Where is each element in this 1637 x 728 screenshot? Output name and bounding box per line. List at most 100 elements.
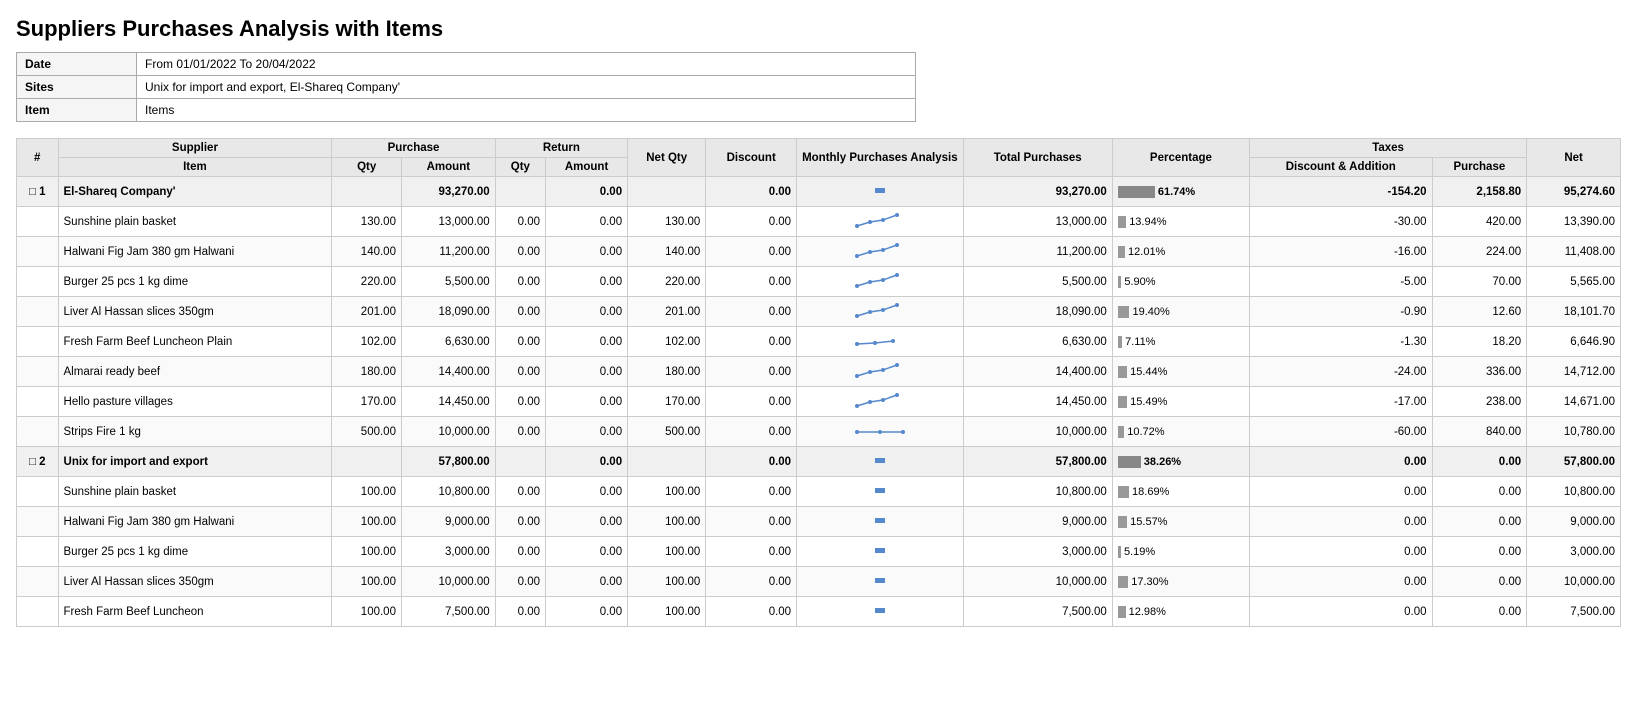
supplier-name: El-Shareq Company' bbox=[58, 177, 332, 207]
supplier-percentage: 38.26% bbox=[1112, 447, 1249, 477]
item-name: Sunshine plain basket bbox=[58, 207, 332, 237]
item-num bbox=[17, 507, 59, 537]
col-discount: Discount bbox=[706, 139, 797, 177]
item-row: Fresh Farm Beef Luncheon Plain102.006,63… bbox=[17, 327, 1621, 357]
supplier-return-qty bbox=[495, 177, 545, 207]
item-return-qty: 0.00 bbox=[495, 417, 545, 447]
item-row: Almarai ready beef180.0014,400.000.000.0… bbox=[17, 357, 1621, 387]
supplier-total-purchases: 57,800.00 bbox=[963, 447, 1112, 477]
item-num bbox=[17, 237, 59, 267]
item-net: 10,800.00 bbox=[1527, 477, 1621, 507]
item-num bbox=[17, 267, 59, 297]
item-return-amount: 0.00 bbox=[546, 357, 628, 387]
item-return-amount: 0.00 bbox=[546, 597, 628, 627]
item-purchase-amount: 5,500.00 bbox=[401, 267, 495, 297]
item-num bbox=[17, 357, 59, 387]
col-item: Item bbox=[58, 158, 332, 177]
supplier-taxes-discount: -154.20 bbox=[1250, 177, 1433, 207]
item-purchase-qty: 102.00 bbox=[332, 327, 402, 357]
item-purchase-amount: 14,400.00 bbox=[401, 357, 495, 387]
col-hash: # bbox=[17, 139, 59, 177]
supplier-purchase-amount: 93,270.00 bbox=[401, 177, 495, 207]
item-purchase-qty: 100.00 bbox=[332, 597, 402, 627]
item-net-qty: 170.00 bbox=[628, 387, 706, 417]
item-net-qty: 100.00 bbox=[628, 477, 706, 507]
item-net: 13,390.00 bbox=[1527, 207, 1621, 237]
item-taxes-purchase: 238.00 bbox=[1432, 387, 1527, 417]
item-return-amount: 0.00 bbox=[546, 387, 628, 417]
item-total-purchases: 3,000.00 bbox=[963, 537, 1112, 567]
item-return-amount: 0.00 bbox=[546, 567, 628, 597]
supplier-purchase-qty bbox=[332, 177, 402, 207]
sites-value: Unix for import and export, El-Shareq Co… bbox=[137, 76, 916, 99]
item-row: Burger 25 pcs 1 kg dime220.005,500.000.0… bbox=[17, 267, 1621, 297]
item-label: Item bbox=[17, 99, 137, 122]
date-label: Date bbox=[17, 53, 137, 76]
item-name: Hello pasture villages bbox=[58, 387, 332, 417]
col-return-amount: Amount bbox=[546, 158, 628, 177]
item-purchase-qty: 170.00 bbox=[332, 387, 402, 417]
item-percentage: 15.44% bbox=[1112, 357, 1249, 387]
item-sparkline bbox=[797, 267, 964, 297]
item-return-amount: 0.00 bbox=[546, 297, 628, 327]
item-return-amount: 0.00 bbox=[546, 417, 628, 447]
item-taxes-discount: -16.00 bbox=[1250, 237, 1433, 267]
item-taxes-discount: -30.00 bbox=[1250, 207, 1433, 237]
item-total-purchases: 10,800.00 bbox=[963, 477, 1112, 507]
item-discount: 0.00 bbox=[706, 537, 797, 567]
item-purchase-qty: 100.00 bbox=[332, 567, 402, 597]
item-purchase-amount: 18,090.00 bbox=[401, 297, 495, 327]
item-discount: 0.00 bbox=[706, 567, 797, 597]
item-net-qty: 100.00 bbox=[628, 507, 706, 537]
item-purchase-amount: 7,500.00 bbox=[401, 597, 495, 627]
item-return-qty: 0.00 bbox=[495, 567, 545, 597]
item-name: Sunshine plain basket bbox=[58, 477, 332, 507]
item-num bbox=[17, 567, 59, 597]
item-net: 10,000.00 bbox=[1527, 567, 1621, 597]
item-percentage: 18.69% bbox=[1112, 477, 1249, 507]
item-num bbox=[17, 477, 59, 507]
item-net: 14,712.00 bbox=[1527, 357, 1621, 387]
item-discount: 0.00 bbox=[706, 267, 797, 297]
supplier-return-amount: 0.00 bbox=[546, 447, 628, 477]
item-num bbox=[17, 537, 59, 567]
item-purchase-amount: 6,630.00 bbox=[401, 327, 495, 357]
item-taxes-purchase: 70.00 bbox=[1432, 267, 1527, 297]
item-purchase-qty: 500.00 bbox=[332, 417, 402, 447]
item-num bbox=[17, 387, 59, 417]
item-num bbox=[17, 297, 59, 327]
item-row: Halwani Fig Jam 380 gm Halwani140.0011,2… bbox=[17, 237, 1621, 267]
supplier-row[interactable]: □ 2Unix for import and export57,800.000.… bbox=[17, 447, 1621, 477]
supplier-taxes-purchase: 0.00 bbox=[1432, 447, 1527, 477]
supplier-taxes-purchase: 2,158.80 bbox=[1432, 177, 1527, 207]
item-net: 3,000.00 bbox=[1527, 537, 1621, 567]
item-total-purchases: 10,000.00 bbox=[963, 417, 1112, 447]
main-data-table: # Supplier Purchase Return Net Qty Disco… bbox=[16, 138, 1621, 627]
item-taxes-discount: 0.00 bbox=[1250, 597, 1433, 627]
item-percentage: 17.30% bbox=[1112, 567, 1249, 597]
supplier-taxes-discount: 0.00 bbox=[1250, 447, 1433, 477]
item-taxes-purchase: 0.00 bbox=[1432, 477, 1527, 507]
item-net-qty: 140.00 bbox=[628, 237, 706, 267]
item-taxes-purchase: 840.00 bbox=[1432, 417, 1527, 447]
item-total-purchases: 5,500.00 bbox=[963, 267, 1112, 297]
item-name: Strips Fire 1 kg bbox=[58, 417, 332, 447]
item-return-amount: 0.00 bbox=[546, 267, 628, 297]
item-total-purchases: 9,000.00 bbox=[963, 507, 1112, 537]
item-name: Halwani Fig Jam 380 gm Halwani bbox=[58, 507, 332, 537]
item-row: Sunshine plain basket130.0013,000.000.00… bbox=[17, 207, 1621, 237]
supplier-purchase-amount: 57,800.00 bbox=[401, 447, 495, 477]
item-sparkline bbox=[797, 357, 964, 387]
supplier-row[interactable]: □ 1El-Shareq Company'93,270.000.000.0093… bbox=[17, 177, 1621, 207]
item-taxes-purchase: 0.00 bbox=[1432, 597, 1527, 627]
item-net: 11,408.00 bbox=[1527, 237, 1621, 267]
item-purchase-amount: 14,450.00 bbox=[401, 387, 495, 417]
item-purchase-qty: 180.00 bbox=[332, 357, 402, 387]
item-taxes-discount: -17.00 bbox=[1250, 387, 1433, 417]
item-return-amount: 0.00 bbox=[546, 327, 628, 357]
item-total-purchases: 6,630.00 bbox=[963, 327, 1112, 357]
item-taxes-purchase: 420.00 bbox=[1432, 207, 1527, 237]
item-percentage: 12.01% bbox=[1112, 237, 1249, 267]
item-name: Burger 25 pcs 1 kg dime bbox=[58, 537, 332, 567]
item-total-purchases: 18,090.00 bbox=[963, 297, 1112, 327]
